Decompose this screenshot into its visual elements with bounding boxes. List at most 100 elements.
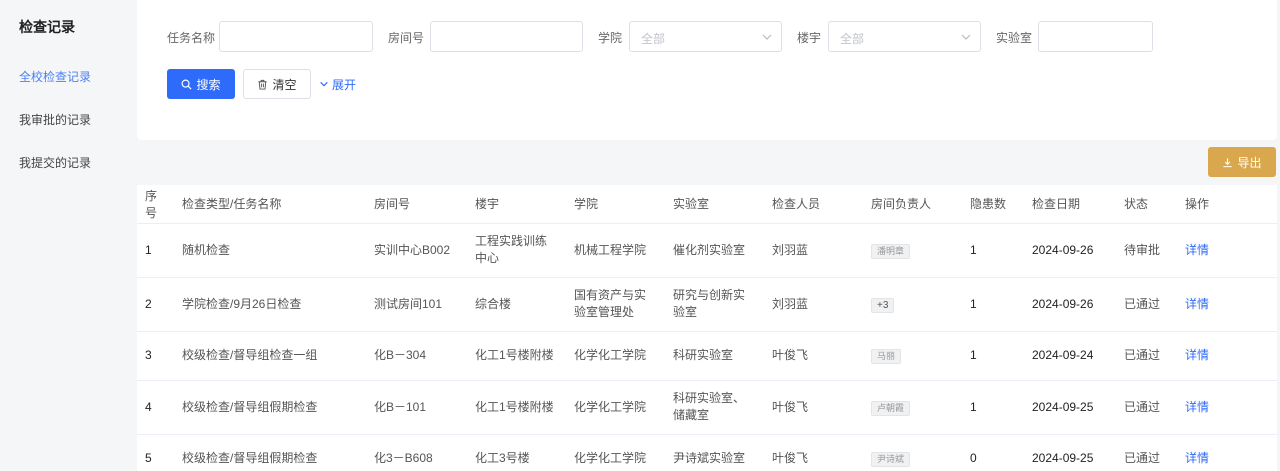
records-table: 序号 检查类型/任务名称 房间号 楼宇 学院 实验室 检查人员 房间负责人 隐患… — [137, 185, 1277, 471]
building: 工程实践训练中心 — [467, 223, 566, 278]
status: 已通过 — [1116, 434, 1177, 471]
table-row: 5 校级检查/督导组假期检查 化3－B608 化工3号楼 化学化工学院 尹诗斌实… — [137, 434, 1277, 471]
room-label: 房间号 — [388, 31, 425, 45]
lab-label: 实验室 — [996, 31, 1033, 45]
header-cell: 隐患数 — [962, 185, 1024, 224]
task-name: 随机检查 — [174, 223, 366, 278]
lab: 科研实验室、储藏室 — [665, 380, 764, 435]
actions-cell: 详情 — [1177, 380, 1277, 435]
lab-input[interactable] — [1038, 21, 1153, 52]
room-number: 化3－B608 — [366, 434, 467, 471]
room-number: 化B－304 — [366, 331, 467, 381]
details-link[interactable]: 详情 — [1185, 348, 1209, 362]
owner-tag: 潘明章 — [871, 243, 911, 259]
college: 化学化工学院 — [566, 380, 665, 435]
status: 已通过 — [1116, 380, 1177, 435]
room-owner: +3 — [863, 277, 962, 332]
room-owner: 卢朝霞 — [863, 380, 962, 435]
hazard-count: 1 — [962, 277, 1024, 332]
building: 化工3号楼 — [467, 434, 566, 471]
table-row: 2 学院检查/9月26日检查 测试房间101 综合楼 国有资产与实验室管理处 研… — [137, 277, 1277, 332]
table-row: 1 随机检查 实训中心B002 工程实践训练中心 机械工程学院 催化剂实验室 刘… — [137, 223, 1277, 278]
room-input[interactable] — [430, 21, 583, 52]
clear-button[interactable]: 清空 — [243, 69, 311, 99]
lab: 研究与创新实验室 — [665, 277, 764, 332]
header-cell: 状态 — [1116, 185, 1177, 224]
task-name: 校级检查/督导组假期检查 — [174, 434, 366, 471]
owner-count-tag[interactable]: +3 — [871, 297, 895, 313]
inspector: 刘羽蓝 — [764, 223, 863, 278]
sidebar-item-all-records[interactable]: 全校检查记录 — [19, 68, 91, 85]
room-owner: 尹诗斌 — [863, 434, 962, 471]
college: 机械工程学院 — [566, 223, 665, 278]
task-name: 学院检查/9月26日检查 — [174, 277, 366, 332]
sidebar-title: 检查记录 — [19, 19, 75, 35]
college-select-placeholder: 全部 — [641, 32, 666, 46]
task-name-label: 任务名称 — [167, 31, 216, 45]
college: 化学化工学院 — [566, 434, 665, 471]
check-date: 2024-09-24 — [1024, 331, 1116, 381]
college-label: 学院 — [598, 31, 623, 45]
row-number: 1 — [137, 223, 174, 278]
details-link[interactable]: 详情 — [1185, 451, 1209, 465]
search-icon — [181, 79, 192, 90]
owner-tag: 卢朝霞 — [871, 400, 911, 416]
hazard-count: 1 — [962, 331, 1024, 381]
export-button[interactable]: 导出 — [1208, 147, 1276, 177]
search-button-label: 搜索 — [196, 77, 221, 92]
inspector: 刘羽蓝 — [764, 277, 863, 332]
table-row: 4 校级检查/督导组假期检查 化B－101 化工1号楼附楼 化学化工学院 科研实… — [137, 380, 1277, 435]
header-cell: 房间号 — [366, 185, 467, 224]
inspector: 叶俊飞 — [764, 380, 863, 435]
status: 待审批 — [1116, 223, 1177, 278]
check-date: 2024-09-26 — [1024, 277, 1116, 332]
table-row: 3 校级检查/督导组检查一组 化B－304 化工1号楼附楼 化学化工学院 科研实… — [137, 331, 1277, 381]
expand-button-label: 展开 — [332, 77, 357, 92]
room-number: 测试房间101 — [366, 277, 467, 332]
sidebar-item-approved-records[interactable]: 我审批的记录 — [19, 111, 91, 128]
lab: 催化剂实验室 — [665, 223, 764, 278]
building: 综合楼 — [467, 277, 566, 332]
actions-cell: 详情 — [1177, 434, 1277, 471]
row-number: 5 — [137, 434, 174, 471]
room-owner: 马丽 — [863, 331, 962, 381]
task-name-input[interactable] — [219, 21, 373, 52]
lab: 尹诗斌实验室 — [665, 434, 764, 471]
export-button-label: 导出 — [1237, 155, 1262, 170]
hazard-count: 1 — [962, 223, 1024, 278]
college: 国有资产与实验室管理处 — [566, 277, 665, 332]
actions-cell: 详情 — [1177, 331, 1277, 381]
clear-button-label: 清空 — [272, 77, 297, 92]
lab: 科研实验室 — [665, 331, 764, 381]
details-link[interactable]: 详情 — [1185, 400, 1209, 414]
room-number: 实训中心B002 — [366, 223, 467, 278]
actions-cell: 详情 — [1177, 277, 1277, 332]
building-select[interactable]: 全部 — [828, 21, 981, 52]
row-number: 2 — [137, 277, 174, 332]
row-number: 4 — [137, 380, 174, 435]
college-select[interactable]: 全部 — [629, 21, 782, 52]
task-name: 校级检查/督导组假期检查 — [174, 380, 366, 435]
inspector: 叶俊飞 — [764, 434, 863, 471]
search-button[interactable]: 搜索 — [167, 69, 235, 99]
details-link[interactable]: 详情 — [1185, 243, 1209, 257]
inspector: 叶俊飞 — [764, 331, 863, 381]
actions-cell: 详情 — [1177, 223, 1277, 278]
header-cell: 检查日期 — [1024, 185, 1116, 224]
header-cell: 操作 — [1177, 185, 1277, 224]
table-header-row: 序号 检查类型/任务名称 房间号 楼宇 学院 实验室 检查人员 房间负责人 隐患… — [137, 185, 1277, 224]
expand-button[interactable]: 展开 — [319, 69, 356, 99]
status: 已通过 — [1116, 277, 1177, 332]
header-cell: 学院 — [566, 185, 665, 224]
check-date: 2024-09-25 — [1024, 434, 1116, 471]
sidebar: 检查记录 全校检查记录 我审批的记录 我提交的记录 — [0, 0, 130, 471]
task-name: 校级检查/督导组检查一组 — [174, 331, 366, 381]
header-cell: 序号 — [137, 185, 174, 224]
details-link[interactable]: 详情 — [1185, 297, 1209, 311]
college: 化学化工学院 — [566, 331, 665, 381]
building-select-placeholder: 全部 — [840, 32, 865, 46]
sidebar-item-submitted-records[interactable]: 我提交的记录 — [19, 154, 91, 171]
hazard-count: 1 — [962, 380, 1024, 435]
room-number: 化B－101 — [366, 380, 467, 435]
hazard-count: 0 — [962, 434, 1024, 471]
